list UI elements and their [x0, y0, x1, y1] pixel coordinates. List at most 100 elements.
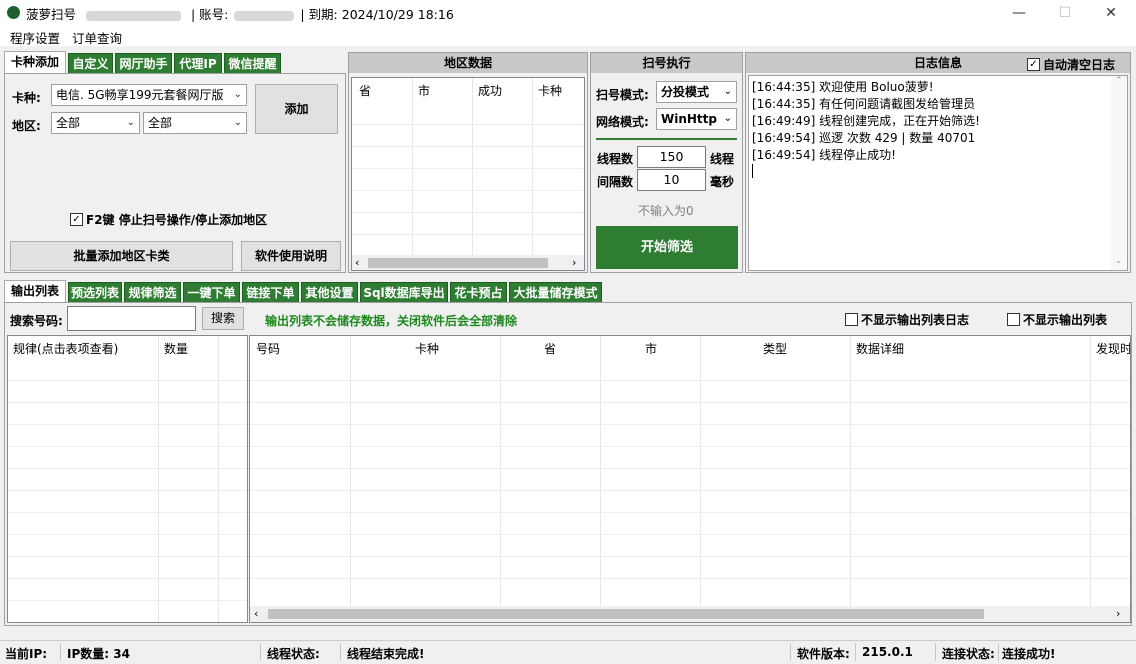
tab-proxy-ip[interactable]: 代理IP — [174, 53, 222, 74]
output-table[interactable]: 号码 卡种 省 市 类型 数据详细 发现时 ‹ › — [249, 335, 1131, 623]
search-button[interactable]: 搜索 — [202, 307, 244, 330]
tab-sql-export[interactable]: Sql数据库导出 — [360, 282, 448, 303]
output-col-city[interactable]: 市 — [645, 340, 657, 357]
output-col-card[interactable]: 卡种 — [415, 340, 439, 357]
tab-other-settings[interactable]: 其他设置 — [301, 282, 358, 303]
tab-custom[interactable]: 自定义 — [68, 53, 113, 74]
app-name: 菠萝扫号 — [26, 7, 77, 22]
scan-mode-select[interactable]: 分投模式 ⌄ — [656, 81, 737, 103]
grid-line — [8, 512, 247, 513]
search-input[interactable] — [67, 306, 196, 331]
maximize-button[interactable]: ☐ — [1042, 0, 1088, 26]
current-ip-label: 当前IP: — [5, 647, 48, 661]
output-h-scrollbar[interactable]: ‹ › — [250, 606, 1130, 622]
tab-rule-filter[interactable]: 规律筛选 — [124, 282, 181, 303]
scan-mode-label: 扫号模式: — [596, 88, 649, 102]
region-col-city[interactable]: 市 — [418, 82, 430, 99]
region-h-scrollbar[interactable]: ‹ › — [352, 255, 584, 270]
tab-preselect-list[interactable]: 预选列表 — [68, 282, 122, 303]
network-mode-select[interactable]: WinHttp ⌄ — [656, 108, 737, 130]
scroll-thumb[interactable] — [368, 258, 548, 268]
grid-line — [8, 556, 247, 557]
auto-clear-checkbox[interactable]: ✓ 自动清空日志 — [1027, 56, 1115, 73]
tab-hall-assistant[interactable]: 网厅助手 — [115, 53, 172, 74]
province-select[interactable]: 全部 ⌄ — [51, 112, 140, 134]
scroll-left-icon[interactable]: ‹ — [254, 607, 258, 620]
chevron-down-icon: ⌄ — [723, 86, 732, 97]
batch-add-button[interactable]: 批量添加地区卡类 — [10, 241, 233, 271]
rule-col-pattern[interactable]: 规律(点击表项查看) — [13, 340, 118, 357]
rule-col-count[interactable]: 数量 — [164, 340, 188, 357]
interval-input[interactable]: 10 — [637, 169, 706, 191]
grid-line — [500, 336, 501, 606]
log-textarea[interactable]: [16:44:35] 欢迎使用 Boluo菠萝! [16:44:35] 有任何问… — [748, 75, 1128, 271]
interval-label: 间隔数 — [597, 175, 634, 189]
tab-one-click-order[interactable]: 一键下单 — [183, 282, 240, 303]
region-col-card[interactable]: 卡种 — [538, 82, 562, 99]
tab-bulk-storage[interactable]: 大批量储存模式 — [509, 282, 602, 303]
output-col-type[interactable]: 类型 — [763, 340, 787, 357]
scroll-left-icon[interactable]: ‹ — [355, 256, 359, 269]
output-col-province[interactable]: 省 — [544, 340, 556, 357]
grid-line — [250, 468, 1130, 469]
city-select[interactable]: 全部 ⌄ — [143, 112, 247, 134]
grid-line — [472, 78, 473, 256]
region-grid[interactable]: 省 市 成功 卡种 ‹ › — [351, 77, 585, 271]
log-line: [16:44:35] 欢迎使用 Boluo菠萝! — [752, 80, 934, 94]
scroll-thumb[interactable] — [268, 609, 984, 619]
log-line: [16:49:49] 线程创建完成，正在开始筛选! — [752, 114, 980, 128]
region-data-title: 地区数据 — [349, 53, 587, 73]
network-mode-value: WinHttp — [661, 112, 717, 126]
region-col-province[interactable]: 省 — [359, 82, 371, 99]
scan-exec-title: 扫号执行 — [591, 53, 742, 73]
scroll-down-icon[interactable]: ⌄ — [1115, 256, 1123, 266]
start-filter-button[interactable]: 开始筛选 — [596, 226, 738, 269]
region-label: 地区: — [12, 119, 41, 133]
log-line: [16:44:35] 有任何问题请截图发给管理员 — [752, 97, 976, 111]
grid-line — [532, 78, 533, 256]
scroll-up-icon[interactable]: ⌃ — [1115, 76, 1123, 86]
scroll-right-icon[interactable]: › — [1116, 607, 1120, 620]
hide-log-label: 不显示输出列表日志 — [861, 313, 970, 327]
card-type-select[interactable]: 电信. 5G畅享199元套餐网厅版 ⌄ — [51, 84, 247, 106]
minimize-button[interactable]: — — [996, 0, 1042, 26]
log-v-scrollbar[interactable]: ⌃ ⌄ — [1111, 76, 1127, 270]
grid-line — [250, 578, 1130, 579]
region-data-panel: 地区数据 省 市 成功 卡种 ‹ › — [348, 52, 588, 273]
tab-link-order[interactable]: 链接下单 — [242, 282, 299, 303]
add-button[interactable]: 添加 — [255, 84, 338, 134]
menu-bar: 程序设置 订单查询 — [0, 26, 1136, 46]
divider — [596, 138, 737, 140]
output-panel: 搜索号码: 搜索 输出列表不会储存数据，关闭软件后会全部清除 不显示输出列表日志… — [4, 302, 1132, 626]
grid-line — [8, 534, 247, 535]
scroll-right-icon[interactable]: › — [572, 256, 576, 269]
tab-wechat-reminder[interactable]: 微信提醒 — [224, 53, 281, 74]
tab-output-list[interactable]: 输出列表 — [4, 280, 66, 303]
blurred-username — [86, 10, 181, 21]
output-col-detail[interactable]: 数据详细 — [856, 340, 904, 357]
grid-line — [352, 212, 584, 213]
threads-input[interactable]: 150 — [637, 146, 706, 168]
tab-card-add[interactable]: 卡种添加 — [4, 51, 66, 74]
title-bar: 菠萝扫号 | 账号: | 到期: 2024/10/29 18:16 — ☐ ✕ — [0, 0, 1136, 26]
rule-table[interactable]: 规律(点击表项查看) 数量 — [7, 335, 248, 623]
account-label: | 账号: — [190, 7, 229, 22]
menu-order-query[interactable]: 订单查询 — [72, 28, 122, 47]
hint-text: 不输入为0 — [638, 204, 694, 218]
output-col-found-time[interactable]: 发现时 — [1096, 340, 1130, 357]
hide-list-checkbox[interactable]: 不显示输出列表 — [1007, 311, 1107, 328]
output-col-number[interactable]: 号码 — [256, 340, 280, 357]
hide-log-checkbox[interactable]: 不显示输出列表日志 — [845, 311, 969, 328]
f2-checkbox[interactable]: ✓ F2键 停止扫号操作/停止添加地区 — [70, 211, 267, 228]
app-logo-icon — [7, 6, 20, 19]
tab-flower-card[interactable]: 花卡预占 — [450, 282, 507, 303]
grid-line — [8, 578, 247, 579]
status-bar: 当前IP: IP数量: 34 线程状态: 线程结束完成! 软件版本: 215.0… — [0, 640, 1136, 664]
close-button[interactable]: ✕ — [1088, 0, 1134, 26]
expiry-value: 2024/10/29 18:16 — [341, 7, 454, 22]
region-col-success[interactable]: 成功 — [478, 82, 502, 99]
grid-line — [600, 336, 601, 606]
help-button[interactable]: 软件使用说明 — [241, 241, 341, 271]
status-separator — [935, 643, 936, 661]
menu-program-settings[interactable]: 程序设置 — [10, 28, 60, 47]
